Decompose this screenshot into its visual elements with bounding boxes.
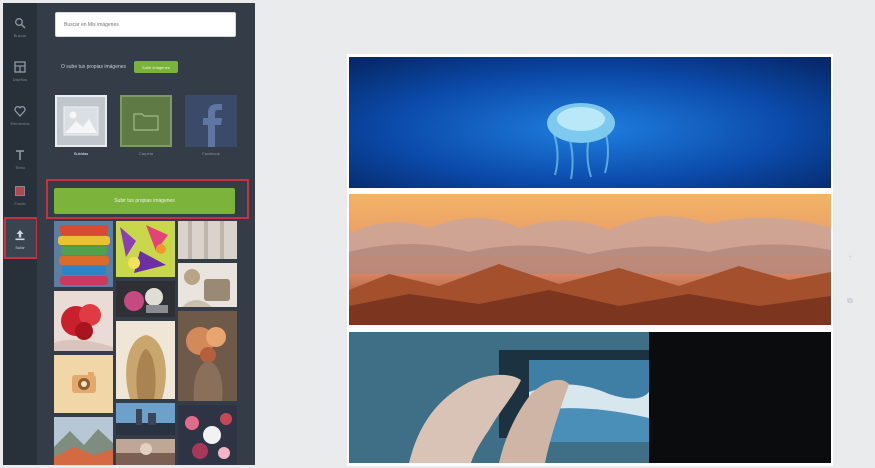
- rail-item-label: Subir: [15, 245, 25, 250]
- uploaded-image-thumbnail[interactable]: [116, 321, 175, 399]
- image-sources: Subidas Carpeta Facebook: [55, 95, 237, 165]
- background-icon: [13, 184, 27, 198]
- rail-item-uploads[interactable]: Subir: [3, 219, 37, 259]
- uploaded-image-thumbnail[interactable]: [178, 263, 237, 307]
- uploaded-image-thumbnail[interactable]: [54, 417, 113, 465]
- search-input[interactable]: [55, 12, 236, 37]
- rail-item-label: Texto: [15, 165, 25, 170]
- uploaded-image-thumbnail[interactable]: [178, 405, 237, 465]
- rail-item-background[interactable]: Fondo: [3, 175, 37, 215]
- uploads-icon: [13, 228, 27, 242]
- uploaded-image-thumbnail[interactable]: [178, 221, 237, 259]
- banner-sunset-clouds[interactable]: [349, 194, 831, 325]
- search-icon: [13, 16, 27, 30]
- uploaded-image-thumbnail[interactable]: [54, 221, 113, 287]
- layouts-icon: [13, 60, 27, 74]
- elements-icon: [13, 104, 27, 118]
- source-label: Carpeta: [138, 151, 154, 156]
- rail-item-search[interactable]: Buscar: [3, 7, 37, 47]
- image-placeholder-icon: [55, 95, 107, 147]
- rail-item-label: Diseños: [12, 77, 28, 82]
- uploaded-image-thumbnail[interactable]: [116, 281, 175, 317]
- uploaded-image-thumbnail[interactable]: [116, 403, 175, 435]
- source-label: Facebook: [202, 151, 220, 156]
- folder-icon: [120, 95, 172, 147]
- upload-images-button[interactable]: Subir imágenes: [134, 61, 178, 73]
- source-folder[interactable]: Carpeta: [120, 95, 172, 156]
- page-up-icon[interactable]: ↑: [846, 253, 854, 262]
- rail-item-label: Fondo: [14, 201, 26, 206]
- banner-phone-photo[interactable]: [349, 332, 831, 463]
- editor-app: Buscar Diseños Elementos Texto Fondo Sub…: [0, 0, 875, 468]
- uploaded-image-thumbnail[interactable]: [54, 355, 113, 413]
- upload-row: O sube tus propias imágenes Subir imágen…: [61, 61, 178, 73]
- upload-own-images-button[interactable]: Subir tus propias imágenes: [54, 188, 235, 214]
- rail-item-text[interactable]: Texto: [3, 139, 37, 179]
- rail-item-label: Elementos: [10, 121, 30, 126]
- facebook-icon: [185, 95, 237, 147]
- source-facebook[interactable]: Facebook: [185, 95, 237, 156]
- rail-item-layouts[interactable]: Diseños: [3, 51, 37, 91]
- uploaded-image-thumbnail[interactable]: [116, 221, 175, 277]
- uploaded-image-thumbnail[interactable]: [178, 311, 237, 401]
- banner-jellyfish[interactable]: [349, 57, 831, 188]
- uploaded-image-thumbnail[interactable]: [54, 291, 113, 351]
- rail-item-elements[interactable]: Elementos: [3, 95, 37, 135]
- upload-text: O sube tus propias imágenes: [61, 64, 127, 70]
- source-uploads[interactable]: Subidas: [55, 95, 107, 156]
- sidebar-rail: Buscar Diseños Elementos Texto Fondo Sub…: [3, 3, 37, 465]
- source-label: Subidas: [73, 151, 89, 156]
- uploaded-images-grid: [54, 221, 237, 465]
- rail-item-label: Buscar: [13, 33, 27, 38]
- uploaded-image-thumbnail[interactable]: [116, 439, 175, 465]
- uploads-panel: O sube tus propias imágenes Subir imágen…: [37, 3, 255, 465]
- copy-page-icon[interactable]: ⧉: [846, 296, 854, 305]
- text-icon: [13, 148, 27, 162]
